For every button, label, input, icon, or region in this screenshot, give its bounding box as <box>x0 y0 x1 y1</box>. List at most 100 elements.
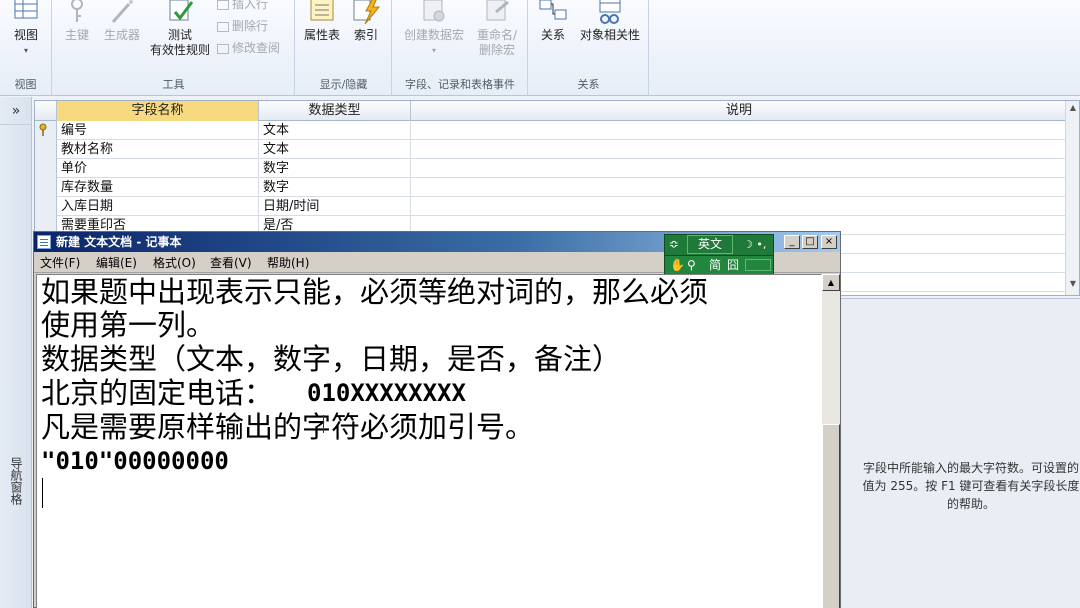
row-selector[interactable] <box>35 159 57 178</box>
modify-lookup-button[interactable]: 修改查阅 <box>217 39 280 56</box>
menu-file[interactable]: 文件(F) <box>40 253 80 273</box>
delete-row-button[interactable]: 删除行 <box>217 17 268 34</box>
close-button[interactable]: × <box>821 235 837 249</box>
test-validation-label-2: 有效性规则 <box>149 43 210 57</box>
header-description[interactable]: 说明 <box>411 101 1067 121</box>
ime-width-button[interactable]: 囧 <box>727 256 739 275</box>
text-line: 北京的固定电话： <box>41 376 274 410</box>
description-cell[interactable] <box>411 159 1067 178</box>
menu-view[interactable]: 查看(V) <box>210 253 252 273</box>
row-selector[interactable] <box>35 140 57 159</box>
scroll-up-arrow-icon[interactable]: ▲ <box>822 274 840 291</box>
grid-corner[interactable] <box>35 101 57 121</box>
description-cell[interactable] <box>411 178 1067 197</box>
object-dependencies-icon <box>599 0 621 24</box>
field-help-text: 字段中所能输入的最大字符数。可设置的 值为 255。按 F1 键可查看有关字段长… <box>840 459 1080 513</box>
menu-format[interactable]: 格式(O) <box>153 253 196 273</box>
notepad-icon[interactable] <box>37 235 51 249</box>
primary-key-button[interactable]: 主键 <box>59 0 95 43</box>
notepad-title: 新建 文本文档 - 记事本 <box>56 235 182 249</box>
ime-collapse-icon[interactable]: ≎ <box>669 235 679 254</box>
table-row[interactable]: 单价 数字 <box>35 159 1067 178</box>
view-dropdown-arrow-icon: ▾ <box>23 46 28 55</box>
indexes-label: 索引 <box>353 28 378 42</box>
table-row[interactable]: 教材名称 文本 <box>35 140 1067 159</box>
ime-top-row: ≎ 英文 ☽ •, <box>665 235 773 255</box>
view-button-label: 视图 <box>13 28 38 42</box>
create-macro-dropdown-arrow-icon: ▾ <box>431 46 436 55</box>
ime-script-button[interactable]: 简 <box>709 256 721 275</box>
row-selector[interactable] <box>35 178 57 197</box>
builder-button[interactable]: 生成器 <box>99 0 145 43</box>
data-type-cell[interactable]: 文本 <box>259 140 411 159</box>
table-row[interactable]: 编号 文本 <box>35 121 1067 140</box>
property-sheet-label: 属性表 <box>303 28 340 42</box>
notepad-vertical-scrollbar[interactable]: ▲ <box>822 274 840 608</box>
text-line: 使用第一列。 <box>41 308 216 342</box>
maximize-button[interactable]: □ <box>802 235 818 249</box>
ime-search-icon[interactable]: ⚲ <box>687 256 696 275</box>
menu-edit[interactable]: 编辑(E) <box>96 253 137 273</box>
description-cell[interactable] <box>411 140 1067 159</box>
text-caret <box>42 478 43 508</box>
text-line: "010"00000000 <box>41 447 229 475</box>
row-selector[interactable] <box>35 197 57 216</box>
object-dependencies-button[interactable]: 对象相关性 <box>575 0 645 43</box>
property-sheet-icon <box>310 0 334 21</box>
field-name-cell[interactable]: 编号 <box>57 121 259 140</box>
ribbon-group-events: 创建数据宏 ▾ 重命名/ 删除宏 字段、记录和表格事件 <box>393 0 528 96</box>
data-type-cell[interactable]: 数字 <box>259 178 411 197</box>
header-field-name[interactable]: 字段名称 <box>57 101 259 121</box>
ribbon-group-show-hide: 属性表 索引 显示/隐藏 <box>296 0 392 96</box>
view-button[interactable]: 视图 ▾ <box>6 0 46 58</box>
header-data-type[interactable]: 数据类型 <box>259 101 411 121</box>
description-cell[interactable] <box>411 121 1067 140</box>
rename-delete-macro-button[interactable]: 重命名/ 删除宏 <box>469 0 525 58</box>
help-line-3: 的帮助。 <box>946 497 995 511</box>
create-data-macro-button[interactable]: 创建数据宏 ▾ <box>399 0 469 58</box>
scroll-down-arrow-icon[interactable]: ▼ <box>1067 279 1079 293</box>
ibeam-cursor-icon <box>323 415 324 433</box>
field-name-cell[interactable]: 教材名称 <box>57 140 259 159</box>
test-validation-label-1: 测试 <box>167 28 192 42</box>
ribbon-group-caption: 工具 <box>162 78 185 91</box>
ime-keyboard-icon[interactable] <box>745 259 771 271</box>
data-type-cell[interactable]: 文本 <box>259 121 411 140</box>
ime-moon-icon[interactable]: ☽ •, <box>743 235 766 254</box>
builder-label: 生成器 <box>103 28 140 42</box>
relationships-button[interactable]: 关系 <box>533 0 573 43</box>
table-row[interactable]: 入库日期 日期/时间 <box>35 197 1067 216</box>
row-selector[interactable] <box>35 121 57 140</box>
ribbon-group-view: 视图 ▾ 视图 <box>0 0 52 96</box>
data-type-cell[interactable]: 日期/时间 <box>259 197 411 216</box>
table-view-icon <box>14 0 38 19</box>
minimize-button[interactable]: _ <box>784 235 800 249</box>
ribbon-group-caption: 视图 <box>14 78 37 91</box>
description-cell[interactable] <box>411 197 1067 216</box>
table-row[interactable]: 库存数量 数字 <box>35 178 1067 197</box>
indexes-button[interactable]: 索引 <box>346 0 386 43</box>
field-name-cell[interactable]: 库存数量 <box>57 178 259 197</box>
ribbon-group-caption: 字段、记录和表格事件 <box>405 78 515 91</box>
menu-help[interactable]: 帮助(H) <box>267 253 309 273</box>
delete-row-label: 删除行 <box>232 19 269 33</box>
scroll-thumb[interactable] <box>822 424 840 608</box>
nav-expand-button[interactable]: » <box>0 97 32 125</box>
create-data-macro-label: 创建数据宏 <box>403 28 464 42</box>
field-name-cell[interactable]: 入库日期 <box>57 197 259 216</box>
nav-pane-label[interactable]: 导航窗格 <box>7 457 25 505</box>
rename-macro-icon <box>486 0 509 21</box>
data-type-cell[interactable]: 数字 <box>259 159 411 178</box>
ime-hand-icon[interactable]: ✋ <box>670 256 685 275</box>
grid-vertical-scrollbar[interactable]: ▲ ▼ <box>1065 101 1079 295</box>
insert-row-button[interactable]: 插入行 <box>217 0 268 12</box>
field-name-cell[interactable]: 单价 <box>57 159 259 178</box>
scroll-up-arrow-icon[interactable]: ▲ <box>1067 103 1079 117</box>
help-line-1: 字段中所能输入的最大字符数。可设置的 <box>862 461 1079 475</box>
test-validation-button[interactable]: 测试 有效性规则 <box>145 0 215 58</box>
notepad-text-area[interactable]: 如果题中出现表示只能，必须等绝对词的，那么必须 使用第一列。 数据类型（文本，数… <box>36 274 822 608</box>
property-sheet-button[interactable]: 属性表 <box>300 0 344 43</box>
modify-lookup-icon <box>217 43 229 54</box>
ime-mode-button[interactable]: 英文 <box>687 235 733 254</box>
ribbon-group-tools: 主键 生成器 测试 有效性规则 插入行 删除行 修改查阅 工具 <box>53 0 295 96</box>
